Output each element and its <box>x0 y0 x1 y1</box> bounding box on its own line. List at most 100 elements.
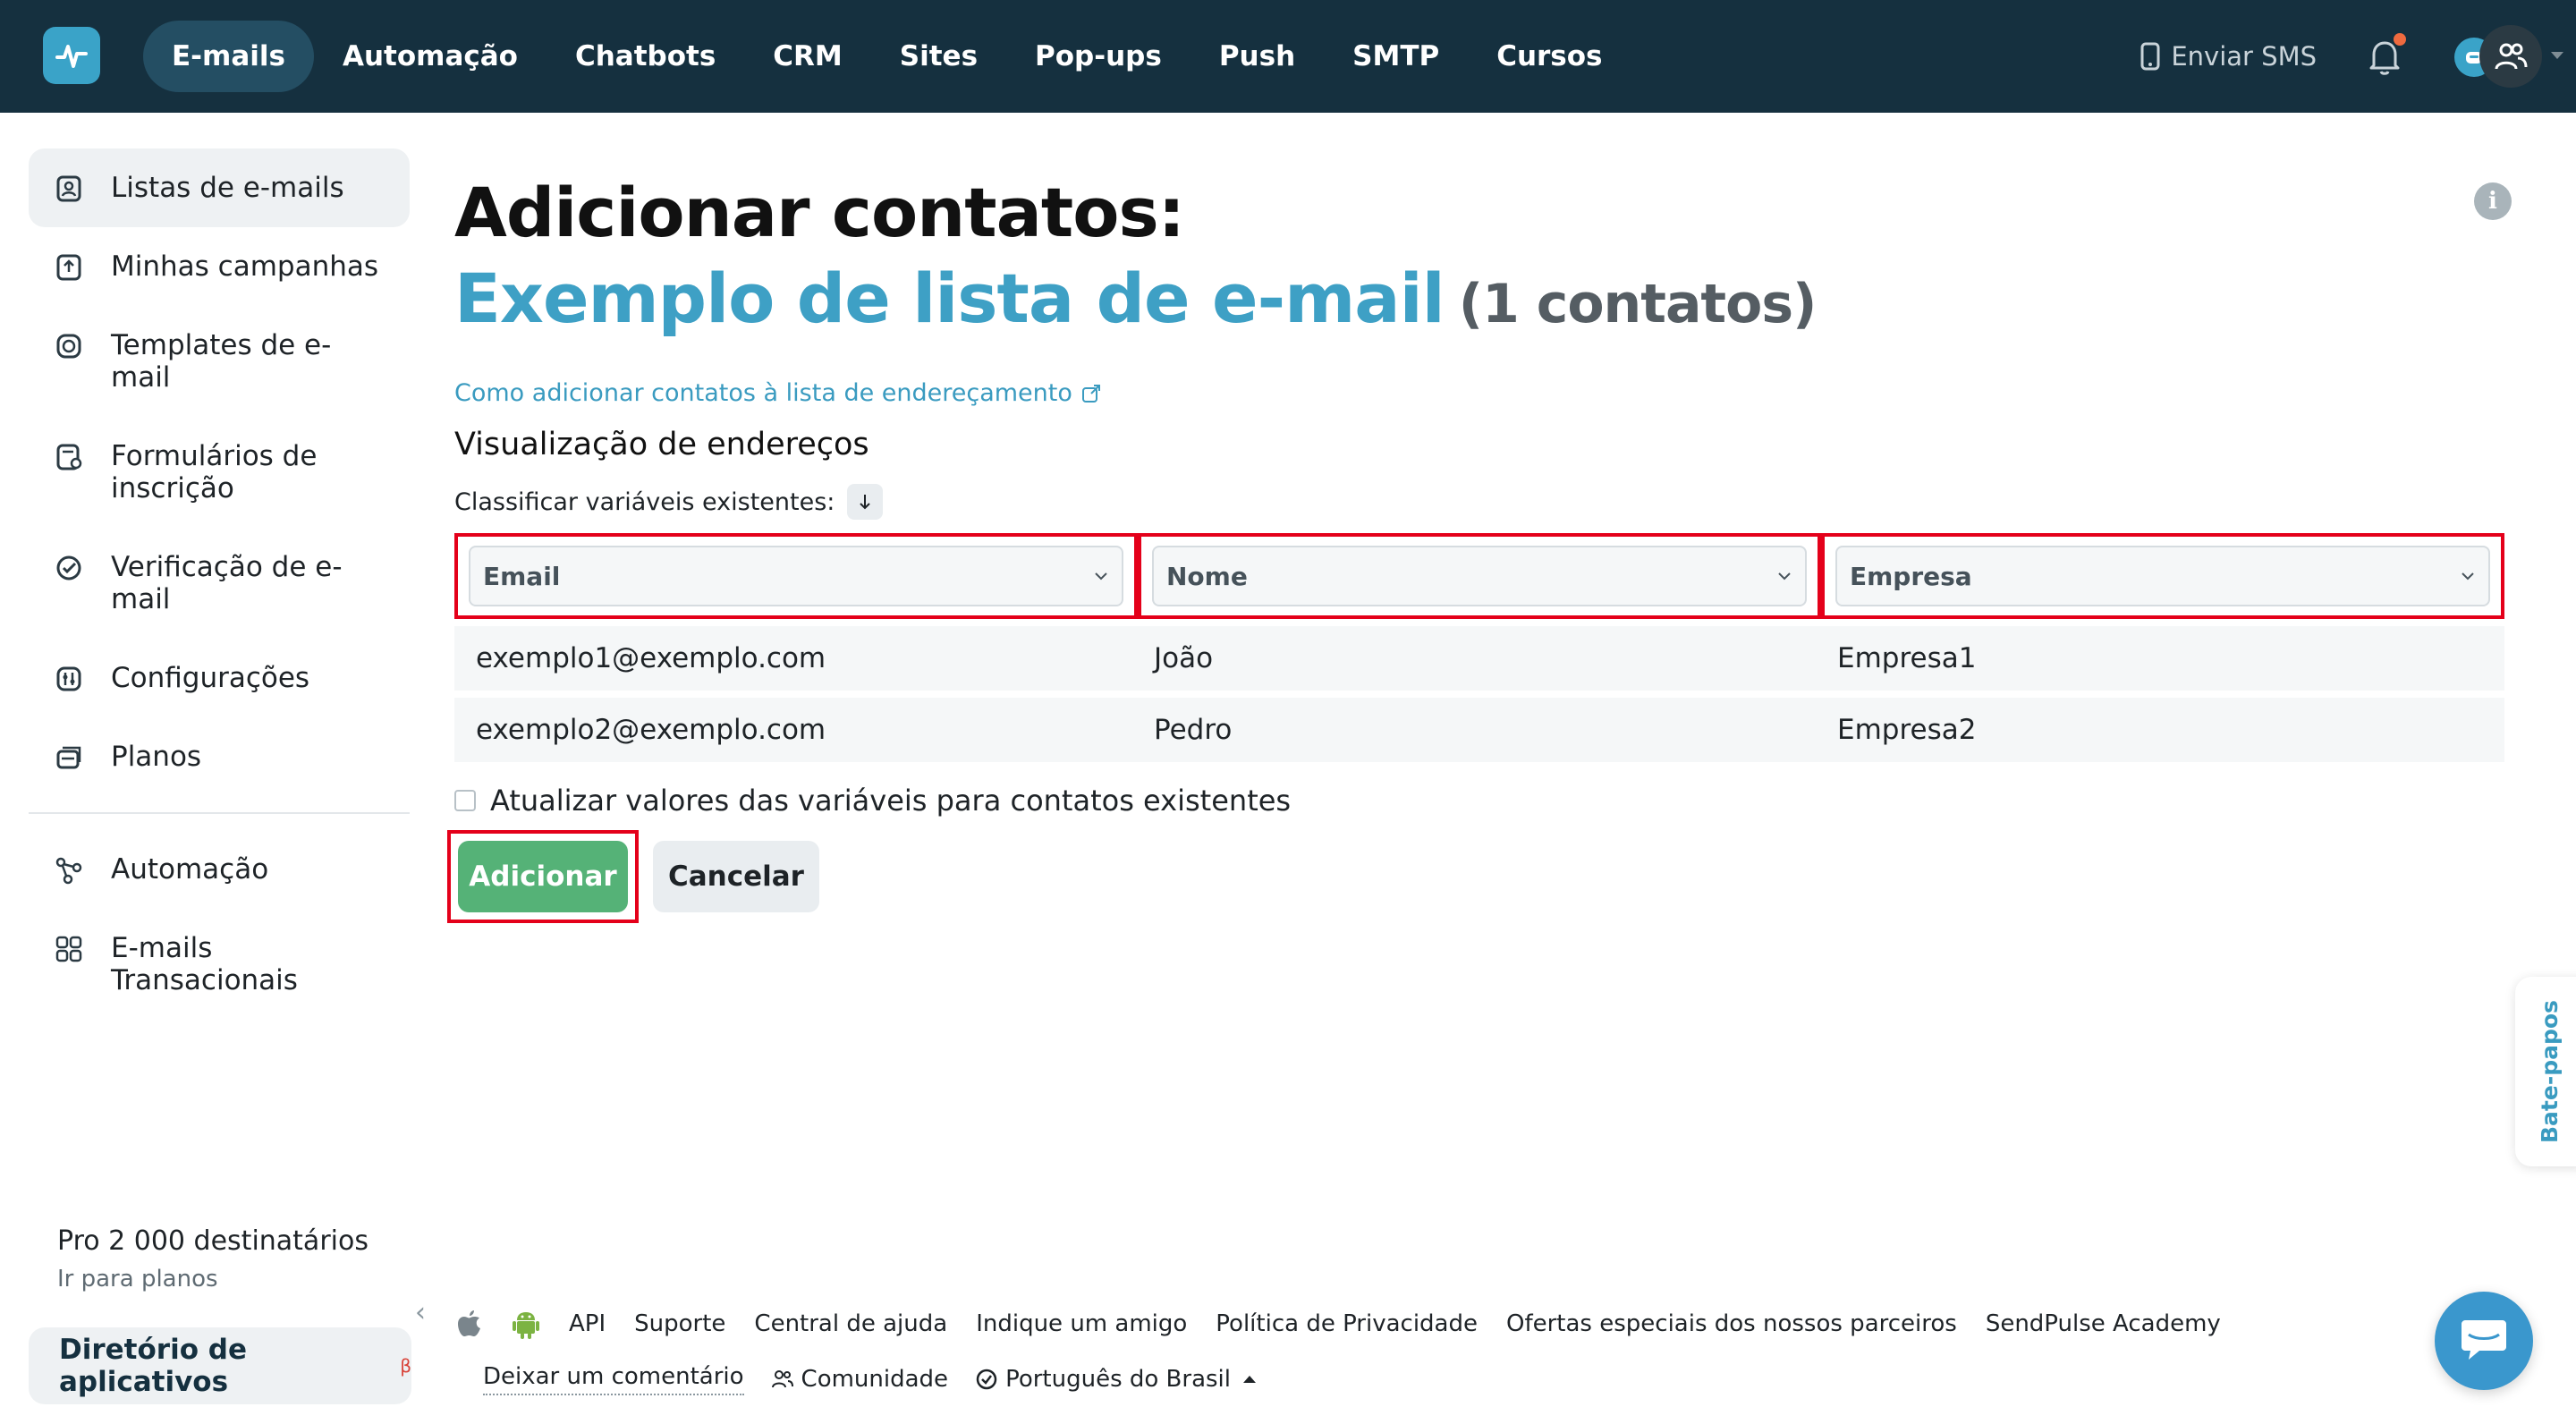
template-icon <box>56 334 81 359</box>
apps-directory-button[interactable]: Diretório de aplicativos β <box>29 1327 411 1404</box>
nav-item-smtp[interactable]: SMTP <box>1324 21 1468 92</box>
caret-up-icon <box>1243 1376 1257 1383</box>
sidebar-item-label: Minhas campanhas <box>111 250 379 283</box>
sort-variables-row: Classificar variáveis existentes: <box>454 484 2512 520</box>
language-selector[interactable]: Português do Brasil <box>975 1366 1257 1393</box>
sendpulse-logo-icon[interactable] <box>43 27 100 84</box>
plan-title: Pro 2 000 destinatários <box>57 1225 369 1257</box>
update-variables-checkbox[interactable] <box>454 790 476 811</box>
footer-link-partner-offers[interactable]: Ofertas especiais dos nossos parceiros <box>1506 1310 1957 1337</box>
sidebar-item-campaigns[interactable]: Minhas campanhas <box>29 227 410 306</box>
sidebar-item-verification[interactable]: Verificação de e-mail <box>29 528 410 639</box>
column-mapping-row: Email Nome Empresa <box>454 533 2504 619</box>
leave-feedback-link[interactable]: Deixar um comentário <box>483 1363 744 1395</box>
sidebar-item-settings[interactable]: Configurações <box>29 639 410 717</box>
footer-link-help-center[interactable]: Central de ajuda <box>754 1310 947 1337</box>
sidebar-item-email-lists[interactable]: Listas de e-mails <box>29 148 410 227</box>
nav-item-cursos[interactable]: Cursos <box>1468 21 1631 92</box>
nav-item-crm[interactable]: CRM <box>744 21 870 92</box>
sidebar-item-forms[interactable]: Formulários de inscrição <box>29 417 410 528</box>
chats-side-tab[interactable]: Bate-papos <box>2515 977 2576 1166</box>
community-link[interactable]: Comunidade <box>771 1366 949 1393</box>
sidebar-item-automation[interactable]: Automação <box>29 830 410 909</box>
sidebar-item-templates[interactable]: Templates de e-mail <box>29 306 410 417</box>
sidebar-item-label: Planos <box>111 741 202 773</box>
table-cell: exemplo2@exemplo.com <box>476 714 826 746</box>
add-button[interactable]: Adicionar <box>458 841 628 912</box>
beta-badge: β <box>400 1355 411 1377</box>
column-select-highlight: Empresa <box>1821 533 2504 619</box>
apple-icon[interactable] <box>456 1309 483 1339</box>
send-sms-button[interactable]: Enviar SMS <box>2140 41 2317 72</box>
go-to-plans-link[interactable]: Ir para planos <box>57 1266 369 1293</box>
collapse-sidebar-chevron-left-icon[interactable]: ‹ <box>415 1297 426 1328</box>
nav-item-popups[interactable]: Pop-ups <box>1006 21 1191 92</box>
table-cell: exemplo1@exemplo.com <box>476 642 826 674</box>
chats-tab-label: Bate-papos <box>2537 1000 2563 1143</box>
column-select-value: Nome <box>1166 561 1248 591</box>
phone-icon <box>2140 42 2160 71</box>
community-label: Comunidade <box>801 1366 949 1393</box>
add-button-highlight: Adicionar <box>447 830 639 923</box>
check-circle-icon <box>56 555 81 581</box>
list-contact-count: (1 contatos) <box>1458 273 1818 335</box>
automation-flow-icon <box>55 857 82 885</box>
globe-check-icon <box>976 1369 997 1390</box>
footer-links: API Suporte Central de ajuda Indique um … <box>456 1308 2221 1340</box>
sidebar-item-plans[interactable]: Planos <box>29 717 410 796</box>
column-select-value: Email <box>483 561 561 591</box>
user-avatar-icon <box>2479 25 2542 88</box>
column-select-nome[interactable]: Nome <box>1152 546 1807 606</box>
sidebar-divider <box>29 812 410 814</box>
notification-dot <box>2394 33 2406 46</box>
apps-directory-label: Diretório de aplicativos <box>59 1334 248 1398</box>
nav-item-emails[interactable]: E-mails <box>143 21 314 92</box>
update-variables-option: Atualizar valores das variáveis para con… <box>454 784 1291 818</box>
sidebar-item-label: Listas de e-mails <box>111 172 344 204</box>
footer-link-academy[interactable]: SendPulse Academy <box>1986 1310 2221 1337</box>
footer-link-support[interactable]: Suporte <box>634 1310 725 1337</box>
sidebar-item-transactional[interactable]: E-mails Transacionais <box>29 909 410 1020</box>
nav-item-sites[interactable]: Sites <box>871 21 1006 92</box>
notifications-bell-icon[interactable] <box>2367 33 2406 76</box>
update-variables-label: Atualizar valores das variáveis para con… <box>490 784 1292 818</box>
nav-item-automacao[interactable]: Automação <box>314 21 547 92</box>
table-cell: Empresa2 <box>1837 714 1977 746</box>
table-row: exemplo1@exemplo.com João Empresa1 <box>454 626 2504 691</box>
settings-sliders-icon <box>56 666 81 691</box>
column-select-highlight: Nome <box>1138 533 1821 619</box>
main-content: Adicionar contatos: Exemplo de lista de … <box>454 170 2512 520</box>
top-right-actions: Enviar SMS <box>2140 21 2563 92</box>
page-title: Adicionar contatos: <box>454 173 1185 252</box>
plan-info: Pro 2 000 destinatários Ir para planos <box>57 1225 369 1293</box>
sort-arrow-down-icon[interactable] <box>847 484 884 520</box>
list-name: Exemplo de lista de e-mail <box>454 259 1445 338</box>
main-nav: E-mails Automação Chatbots CRM Sites Pop… <box>143 21 1631 92</box>
column-select-value: Empresa <box>1850 561 1972 591</box>
footer-link-privacy[interactable]: Política de Privacidade <box>1216 1310 1478 1337</box>
column-select-empresa[interactable]: Empresa <box>1835 546 2490 606</box>
footer-link-api[interactable]: API <box>569 1310 606 1337</box>
column-select-email[interactable]: Email <box>469 546 1123 606</box>
form-icon <box>56 444 82 470</box>
preview-title: Visualização de endereços <box>454 427 869 462</box>
footer-link-refer-friend[interactable]: Indique um amigo <box>976 1310 1187 1337</box>
nav-item-chatbots[interactable]: Chatbots <box>547 21 744 92</box>
sort-label: Classificar variáveis existentes: <box>454 487 835 516</box>
table-cell: Empresa1 <box>1837 642 1977 674</box>
sidebar-item-label: Templates de e-mail <box>111 329 332 394</box>
list-name-heading: Exemplo de lista de e-mail (1 contatos) <box>454 256 2512 347</box>
help-link[interactable]: Como adicionar contatos à lista de ender… <box>454 379 2512 407</box>
chevron-down-icon <box>2462 572 2474 581</box>
nav-item-push[interactable]: Push <box>1191 21 1324 92</box>
column-select-highlight: Email <box>454 533 1138 619</box>
android-icon[interactable] <box>512 1308 540 1340</box>
footer-secondary: Deixar um comentário Comunidade Portuguê… <box>483 1363 1257 1395</box>
contact-list-icon <box>56 175 81 202</box>
cancel-button[interactable]: Cancelar <box>653 841 819 912</box>
community-icon <box>771 1370 793 1388</box>
account-menu[interactable] <box>2454 25 2563 88</box>
table-row: exemplo2@exemplo.com Pedro Empresa2 <box>454 698 2504 762</box>
sidebar-item-label: E-mails Transacionais <box>111 932 298 996</box>
chat-bubble-icon[interactable] <box>2435 1292 2533 1390</box>
